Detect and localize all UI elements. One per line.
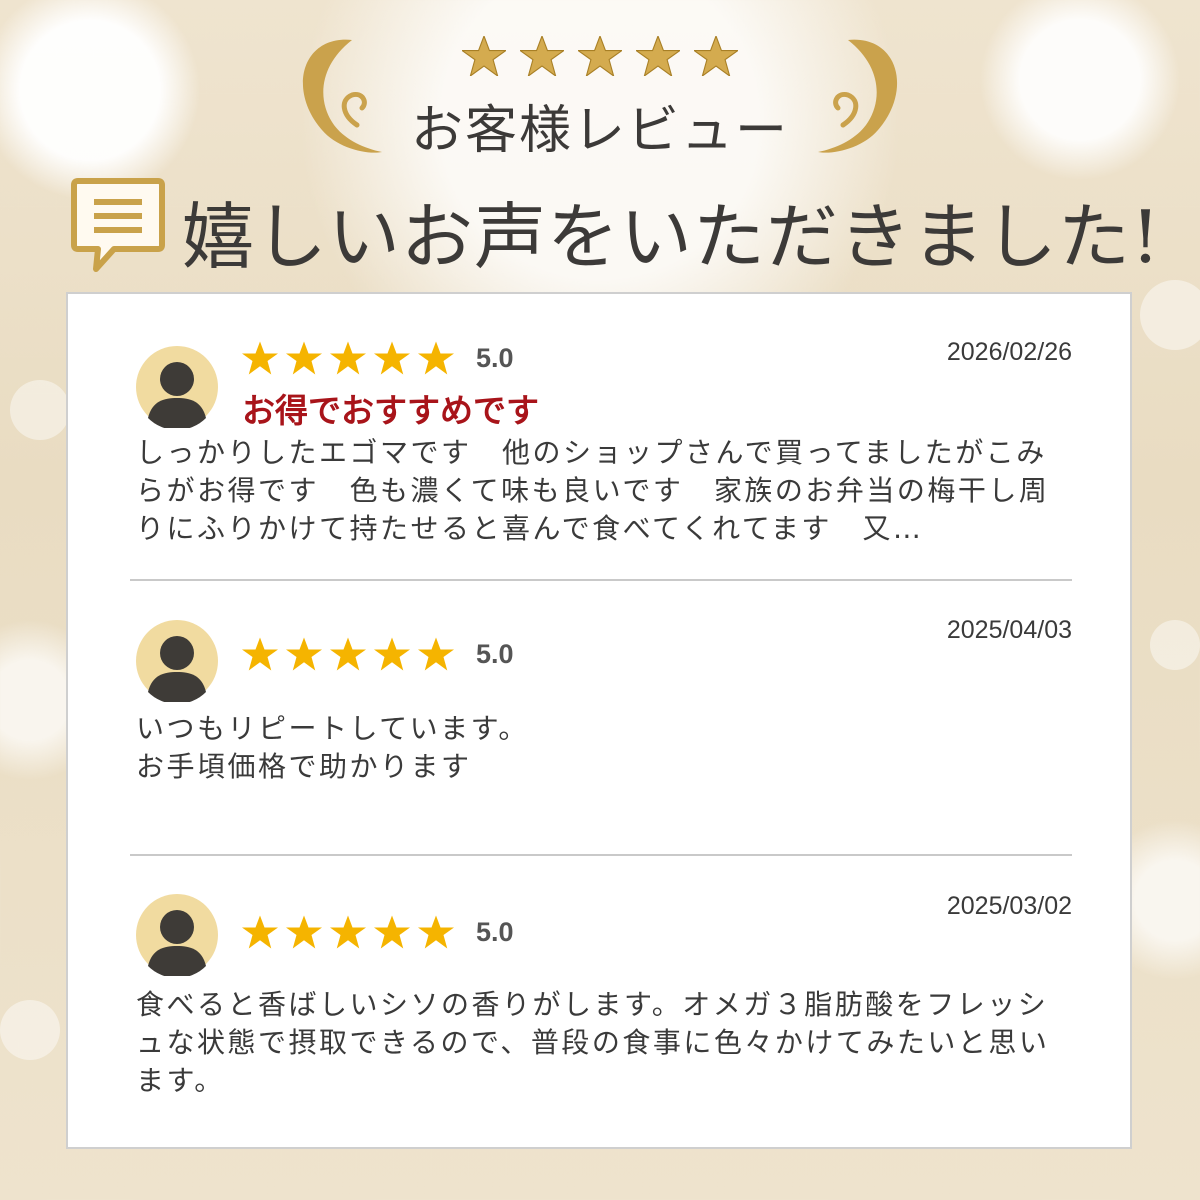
gold-star-icon — [636, 36, 680, 76]
star-icon — [330, 637, 366, 671]
rating-stars: 5.0 — [242, 912, 514, 952]
star-icon — [330, 915, 366, 949]
gold-star-icon — [520, 36, 564, 76]
divider — [130, 854, 1072, 856]
gold-star-icon — [578, 36, 622, 76]
review-headline: お得でおすすめです — [242, 391, 539, 430]
rating-score: 5.0 — [476, 916, 514, 947]
star-icon — [242, 915, 278, 949]
rating-score: 5.0 — [476, 342, 514, 373]
review-date: 2026/02/26 — [946, 338, 1072, 366]
star-icon — [374, 915, 410, 949]
star-icon — [330, 341, 366, 375]
star-icon — [242, 341, 278, 375]
page-title: 嬉しいお声をいただきました! — [182, 195, 1161, 279]
review-body: 食べると香ばしいシソの香りがします。オメガ３脂肪酸をフレッシュな状態で摂取できる… — [136, 988, 1050, 1097]
star-icon — [418, 637, 454, 671]
star-icon — [286, 341, 322, 375]
chat-bubble-icon — [71, 178, 165, 272]
review-date: 2025/04/03 — [946, 616, 1072, 644]
review-item: 5.0 2025/03/02 食べると香ばしいシソの香りがします。オメガ３脂肪酸… — [132, 892, 1072, 1112]
rating-stars: 5.0 — [242, 634, 514, 674]
divider — [130, 579, 1072, 581]
review-body: しっかりしたエゴマです 他のショップさんで買ってましたがこみらがお得です 色も濃… — [136, 436, 1050, 545]
star-icon — [374, 637, 410, 671]
star-icon — [286, 637, 322, 671]
star-icon — [374, 341, 410, 375]
user-avatar-icon — [136, 346, 218, 428]
star-icon — [418, 341, 454, 375]
review-body: いつもリピートしています。 お手頃価格で助かります — [136, 712, 529, 783]
rating-score: 5.0 — [476, 638, 514, 669]
header-subtitle: お客様レビュー — [410, 101, 789, 161]
gold-star-icon — [694, 36, 738, 76]
review-item: 5.0 2025/04/03 いつもリピートしています。 お手頃価格で助かります — [132, 616, 1072, 816]
header: お客様レビュー 嬉しいお声をいただきました! — [0, 0, 1200, 290]
gold-star-icon — [462, 36, 506, 76]
rating-stars: 5.0 — [242, 338, 514, 378]
user-avatar-icon — [136, 620, 218, 702]
review-date: 2025/03/02 — [946, 892, 1072, 920]
star-icon — [418, 915, 454, 949]
star-icon — [286, 915, 322, 949]
review-card: 5.0 2026/02/26 お得でおすすめです しっかりしたエゴマです 他のシ… — [66, 292, 1132, 1149]
star-icon — [242, 637, 278, 671]
user-avatar-icon — [136, 894, 218, 976]
header-rating-stars — [462, 36, 738, 76]
review-item: 5.0 2026/02/26 お得でおすすめです しっかりしたエゴマです 他のシ… — [132, 338, 1072, 548]
